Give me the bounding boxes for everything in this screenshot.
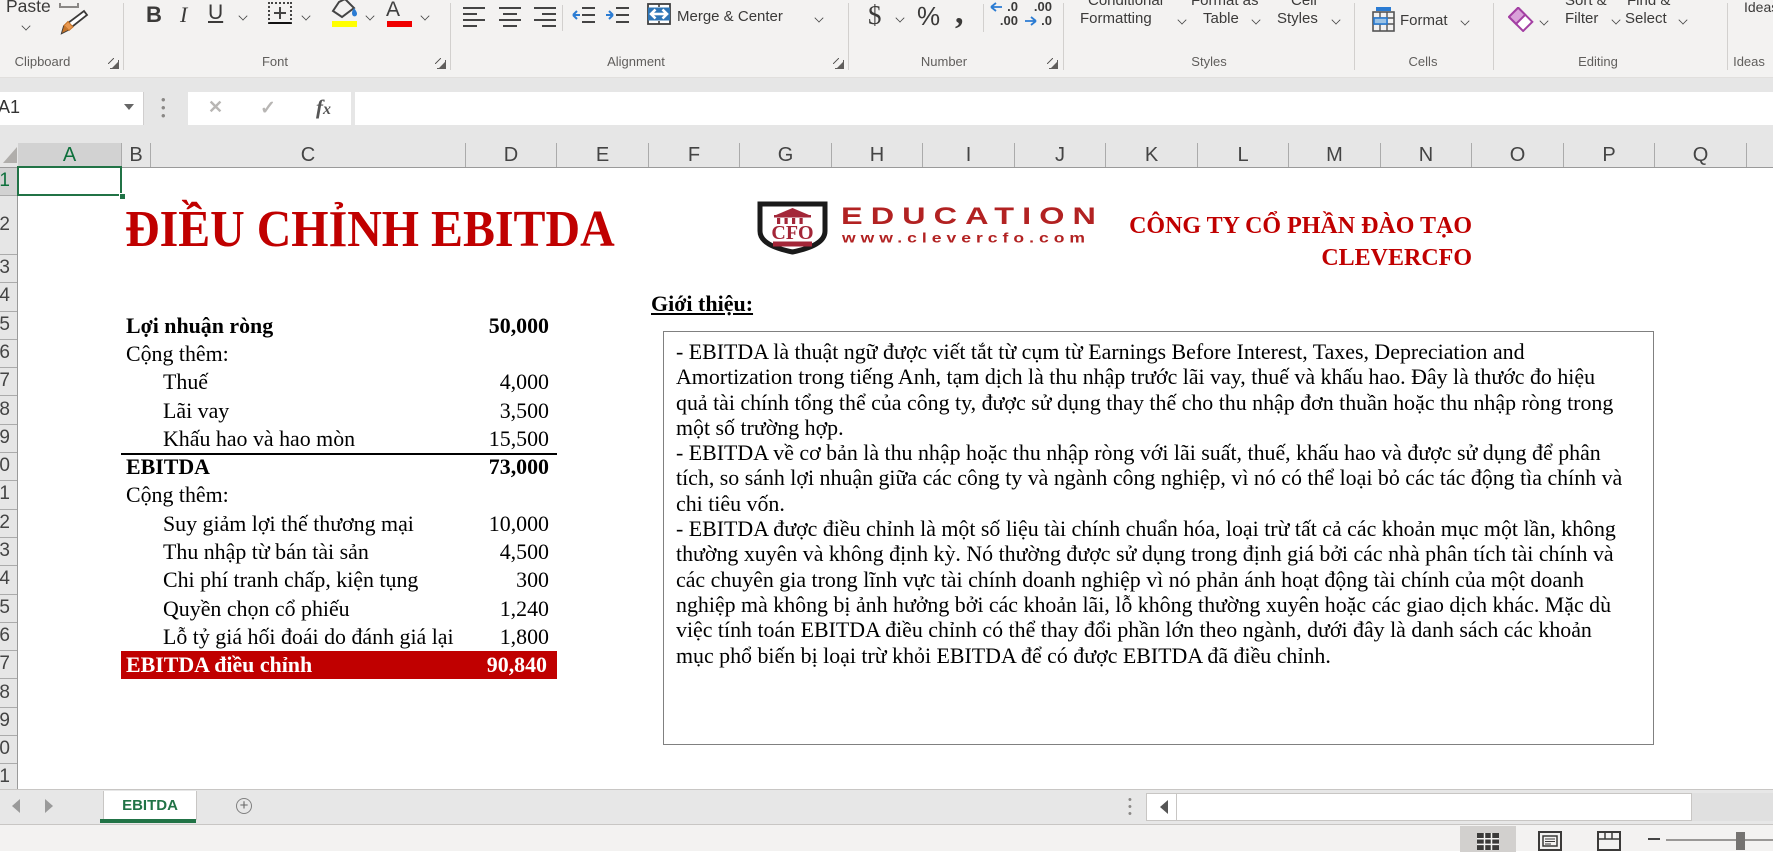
svg-text:.0: .0 xyxy=(1041,13,1052,27)
svg-text:CFO: CFO xyxy=(771,222,813,244)
svg-text:.00: .00 xyxy=(1000,13,1018,27)
